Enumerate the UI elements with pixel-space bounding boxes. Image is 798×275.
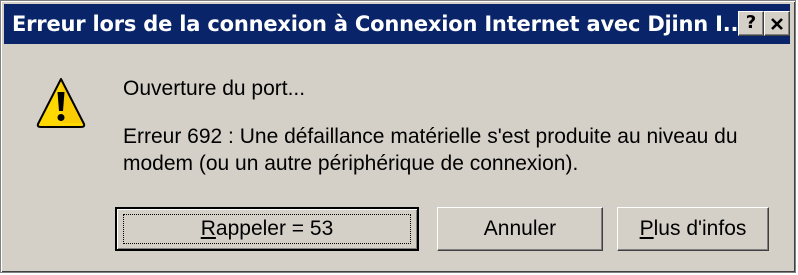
more-info-label: lus d'infos — [653, 217, 747, 240]
help-button[interactable]: ? — [738, 11, 764, 36]
more-info-accelerator: P — [639, 217, 654, 240]
warning-icon — [36, 78, 86, 128]
error-message-line: Erreur 692 : Une défaillance matérielle … — [123, 125, 738, 148]
more-info-button[interactable]: Plus d'infos — [617, 207, 769, 251]
redial-button[interactable]: Rappeler = 53 — [115, 207, 419, 251]
error-message-line: modem (ou un autre périphérique de conne… — [123, 152, 579, 175]
dialog-title: Erreur lors de la connexion à Connexion … — [12, 12, 747, 36]
error-dialog: Erreur lors de la connexion à Connexion … — [0, 0, 796, 273]
focus-rectangle — [123, 214, 411, 244]
status-message: Ouverture du port... — [123, 77, 306, 100]
close-icon — [771, 18, 783, 30]
title-bar[interactable]: Erreur lors de la connexion à Connexion … — [4, 4, 790, 44]
cancel-button[interactable]: Annuler — [437, 207, 603, 251]
close-button[interactable] — [764, 11, 790, 36]
error-message: Erreur 692 : Une défaillance matérielle … — [123, 123, 738, 177]
